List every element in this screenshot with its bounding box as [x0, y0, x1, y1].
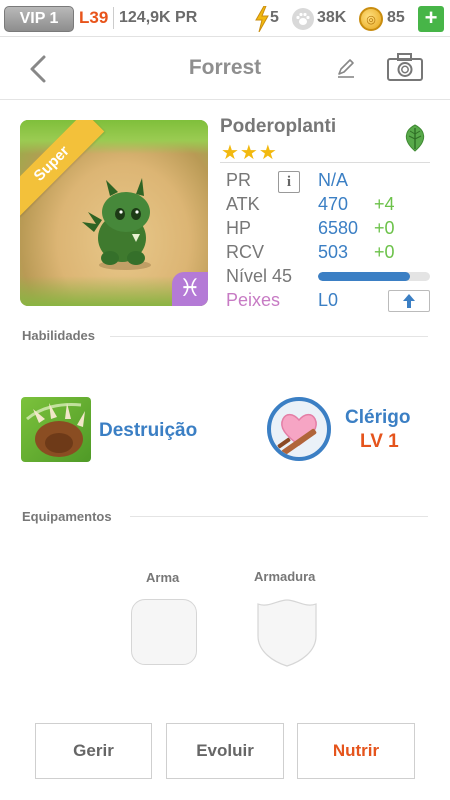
pet-monster-image [82, 178, 151, 270]
player-pr: 124,9K PR [113, 7, 198, 29]
status-bar: VIP 1 L39 124,9K PR 5 38K ◎ 85 + [0, 0, 450, 37]
coin-count: 85 [387, 9, 405, 26]
leader-skill-level: LV 1 [360, 431, 399, 452]
stat-label-rcv: RCV [226, 242, 265, 262]
stat-label-level: Nível 45 [226, 266, 293, 286]
player-level: L39 [79, 8, 109, 27]
skills-heading: Habilidades [22, 328, 95, 343]
stat-value-hp: 6580 [318, 218, 359, 238]
evolve-button[interactable]: Evoluir [166, 723, 284, 779]
paw-icon [292, 8, 314, 30]
pet-species-name: Poderoplanti [220, 116, 337, 137]
stat-label-pr: PR [226, 170, 252, 190]
stat-delta-rcv: +0 [374, 242, 395, 262]
weapon-slot-label: Arma [146, 570, 180, 585]
energy-icon [255, 6, 269, 32]
divider [110, 336, 428, 337]
stat-value-atk: 470 [318, 194, 349, 214]
pet-portrait[interactable]: Super ♓ [20, 120, 208, 306]
manage-button[interactable]: Gerir [35, 723, 152, 779]
info-icon[interactable]: i [278, 171, 300, 193]
stat-delta-atk: +4 [374, 194, 395, 214]
stat-label-fish: Peixes [226, 290, 281, 310]
stat-value-fish: L0 [318, 290, 339, 310]
equipment-heading: Equipamentos [22, 509, 112, 524]
coin-icon: ◎ [359, 7, 383, 31]
stat-delta-hp: +0 [374, 218, 395, 238]
edit-pencil-icon[interactable] [335, 57, 357, 79]
fish-upgrade-button[interactable] [388, 290, 430, 312]
add-coins-button[interactable]: + [418, 6, 444, 32]
feed-button[interactable]: Nutrir [297, 723, 415, 779]
weapon-slot[interactable] [131, 599, 197, 665]
stat-value-pr: N/A [318, 170, 349, 190]
energy-count: 5 [270, 9, 279, 26]
page-title: Forrest [188, 56, 262, 79]
level-progress-fill [318, 272, 410, 281]
stat-label-atk: ATK [226, 194, 260, 214]
player-pr-value: 124,9K PR [119, 9, 198, 26]
camera-icon[interactable] [386, 52, 424, 82]
level-progress-bar [318, 272, 430, 281]
divider [220, 162, 430, 163]
stat-value-rcv: 503 [318, 242, 349, 262]
leader-skill-name[interactable]: Clérigo [345, 407, 410, 429]
divider [113, 7, 114, 29]
armor-slot[interactable] [254, 598, 320, 668]
arrow-up-icon [403, 294, 415, 308]
leader-skill-icon[interactable] [267, 397, 331, 461]
active-skill-name[interactable]: Destruição [99, 420, 197, 442]
stat-label-hp: HP [226, 218, 252, 238]
leaf-icon [400, 123, 430, 153]
page-header: Forrest [0, 38, 450, 100]
zodiac-badge: ♓ [172, 272, 208, 306]
armor-slot-label: Armadura [254, 569, 316, 584]
active-skill-icon[interactable] [21, 397, 91, 462]
vip-badge[interactable]: VIP 1 [4, 6, 74, 32]
divider [130, 516, 428, 517]
paw-count: 38K [317, 9, 347, 26]
